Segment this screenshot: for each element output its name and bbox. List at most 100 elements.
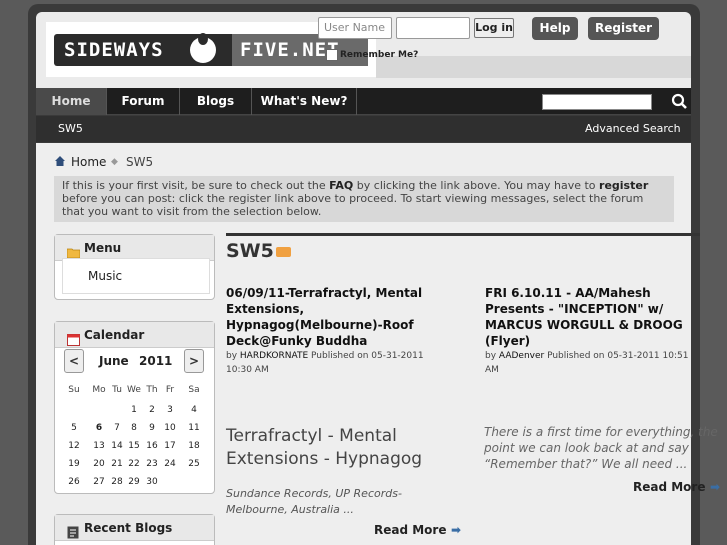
notice-text: by clicking the link above. You may have… (353, 179, 600, 192)
calendar-weekday: Sa (188, 385, 200, 395)
feature-quote: There is a first time for everything, th… (484, 424, 727, 472)
rss-icon[interactable] (276, 247, 291, 257)
notice-text: before you can post: click the register … (62, 192, 644, 218)
tab-whats-new[interactable]: What's New? (252, 88, 357, 115)
faq-link[interactable]: FAQ (329, 179, 353, 192)
article-title[interactable]: 06/09/11-Terrafractyl, Mental Extensions… (226, 285, 422, 349)
feature-info-line: Melbourne, Australia ... (226, 503, 354, 516)
calendar-weekday: Fr (165, 385, 175, 395)
search-input[interactable] (542, 94, 652, 110)
remember-me[interactable]: Remember Me? (326, 49, 418, 61)
calendar-weekday: Su (68, 385, 80, 395)
article-time: 10:30 AM (226, 365, 269, 375)
article-meta: by AADenver Published on 05-31-2011 10:5… (485, 349, 688, 377)
feature-title[interactable]: Terrafractyl - Mental Extensions - Hypna… (226, 425, 422, 471)
tab-home[interactable]: Home (36, 88, 107, 115)
calendar-day[interactable]: 11 (185, 423, 203, 433)
home-icon[interactable] (54, 155, 66, 167)
article-title-line: (Flyer) (485, 334, 531, 348)
username-input[interactable]: User Name (318, 17, 392, 39)
remember-me-checkbox[interactable] (326, 49, 338, 61)
search-icon[interactable] (669, 92, 691, 112)
calendar-day[interactable]: 28 (108, 477, 126, 487)
article-title-line: FRI 6.10.11 - AA/Mahesh (485, 286, 651, 300)
calendar-year: 2011 (139, 354, 173, 368)
calendar-weekday: Mo (92, 385, 106, 395)
calendar-day[interactable]: 3 (161, 405, 179, 415)
calendar-icon (67, 329, 80, 346)
menu-block-title: Menu (84, 241, 122, 255)
article-title-line: MARCUS WORGULL & DROOG (485, 318, 683, 332)
calendar-day[interactable]: 2 (143, 405, 161, 415)
calendar-day[interactable]: 16 (143, 441, 161, 451)
login-button[interactable]: Log in (474, 18, 514, 38)
calendar-day[interactable]: 15 (125, 441, 143, 451)
calendar-month: June (99, 354, 129, 368)
quote-line: point we can look back at and say (484, 441, 689, 455)
breadcrumb-separator-icon: ◆ (111, 157, 118, 167)
calendar-block-header: Calendar (55, 322, 214, 348)
calendar-day[interactable]: 21 (108, 459, 126, 469)
quote-line: There is a first time for everything, th… (484, 425, 718, 439)
calendar-day[interactable]: 27 (90, 477, 108, 487)
calendar-day[interactable]: 4 (185, 405, 203, 415)
page-title: SW5 (226, 240, 274, 262)
remember-me-label: Remember Me? (340, 50, 419, 60)
recent-blogs-header: Recent Blogs (55, 515, 214, 541)
calendar-day[interactable]: 10 (161, 423, 179, 433)
calendar-day[interactable]: 13 (90, 441, 108, 451)
calendar-day[interactable]: 19 (65, 459, 83, 469)
subnav-sw5-link[interactable]: SW5 (58, 122, 83, 135)
calendar-next-button[interactable]: > (184, 349, 204, 373)
calendar-day[interactable]: 14 (108, 441, 126, 451)
calendar-day[interactable]: 7 (108, 423, 126, 433)
article-author-link[interactable]: AADenver (499, 351, 544, 361)
calendar-day[interactable]: 6 (90, 423, 108, 433)
advanced-search-link[interactable]: Advanced Search (585, 122, 681, 135)
breadcrumb-current: SW5 (126, 155, 154, 169)
arrow-right-icon: ➡ (710, 480, 721, 494)
feature-title-line: Extensions - Hypnagog (226, 449, 423, 469)
calendar-day[interactable]: 26 (65, 477, 83, 487)
article-title[interactable]: FRI 6.10.11 - AA/Mahesh Presents - "INCE… (485, 285, 683, 349)
notice-register-link[interactable]: register (599, 179, 648, 192)
welcome-notice: If this is your first visit, be sure to … (54, 176, 674, 222)
notice-text: If this is your first visit, be sure to … (62, 179, 330, 192)
recent-blogs-block: Recent Blogs (54, 514, 215, 545)
calendar-weekday: Th (146, 385, 158, 395)
calendar-weekday: Tu (112, 385, 122, 395)
calendar-day[interactable]: 23 (143, 459, 161, 469)
calendar-day[interactable]: 17 (161, 441, 179, 451)
calendar-day[interactable]: 25 (185, 459, 203, 469)
calendar-day[interactable]: 18 (185, 441, 203, 451)
article-time: AM (485, 365, 499, 375)
calendar-day[interactable]: 9 (143, 423, 161, 433)
calendar-day[interactable]: 29 (125, 477, 143, 487)
calendar-day[interactable]: 5 (65, 423, 83, 433)
register-button[interactable]: Register (588, 17, 659, 40)
read-more-link[interactable]: Read More (374, 523, 447, 537)
tab-blogs[interactable]: Blogs (180, 88, 252, 115)
calendar-day[interactable]: 8 (125, 423, 143, 433)
calendar-prev-button[interactable]: < (64, 349, 84, 373)
menu-item-music[interactable]: Music (62, 258, 210, 294)
password-input[interactable] (396, 17, 470, 39)
breadcrumb-home[interactable]: Home (71, 155, 106, 169)
recent-blogs-title: Recent Blogs (84, 521, 173, 535)
calendar-day[interactable]: 22 (125, 459, 143, 469)
help-button[interactable]: Help (532, 17, 578, 40)
calendar-day[interactable]: 30 (143, 477, 161, 487)
calendar-block-title: Calendar (84, 328, 145, 342)
calendar-day[interactable]: 20 (90, 459, 108, 469)
article-title-line: 06/09/11-Terrafractyl, Mental (226, 286, 423, 300)
article-author-link[interactable]: HARDKORNATE (240, 351, 308, 361)
calendar-day[interactable]: 1 (125, 405, 143, 415)
calendar-day[interactable]: 24 (161, 459, 179, 469)
article-meta: by HARDKORNATE Published on 05-31-2011 1… (226, 349, 424, 377)
article-by: by (485, 351, 499, 361)
tab-forum[interactable]: Forum (107, 88, 180, 115)
blog-icon (67, 522, 80, 539)
calendar-day[interactable]: 12 (65, 441, 83, 451)
read-more-link[interactable]: Read More (633, 480, 706, 494)
article-by: by (226, 351, 240, 361)
